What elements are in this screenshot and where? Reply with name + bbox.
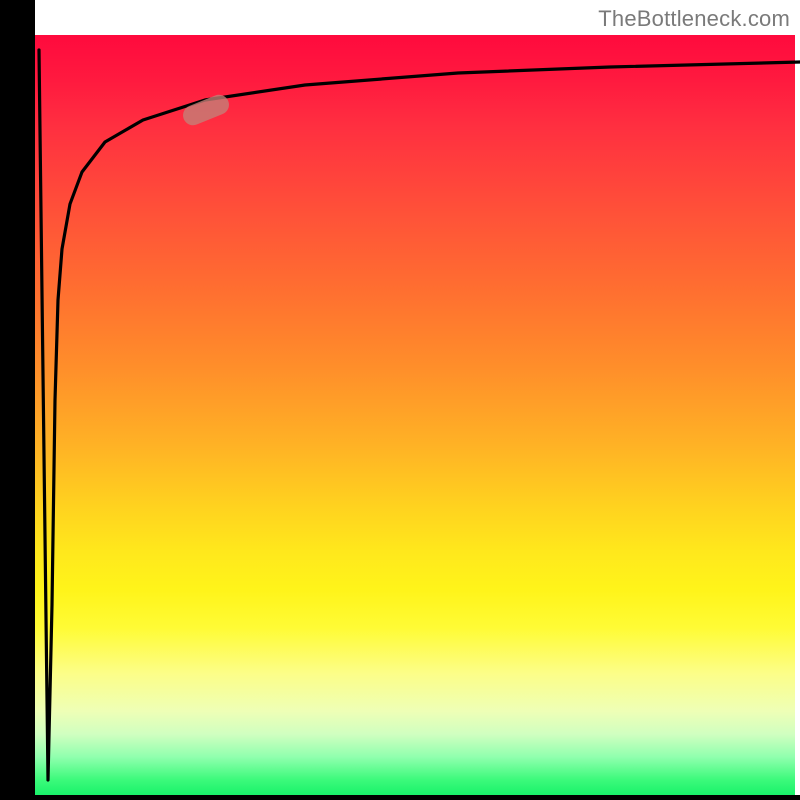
bottleneck-curve [39,50,800,780]
curve-layer [0,0,800,800]
chart-frame: TheBottleneck.com [0,0,800,800]
watermark-text: TheBottleneck.com [598,6,790,32]
